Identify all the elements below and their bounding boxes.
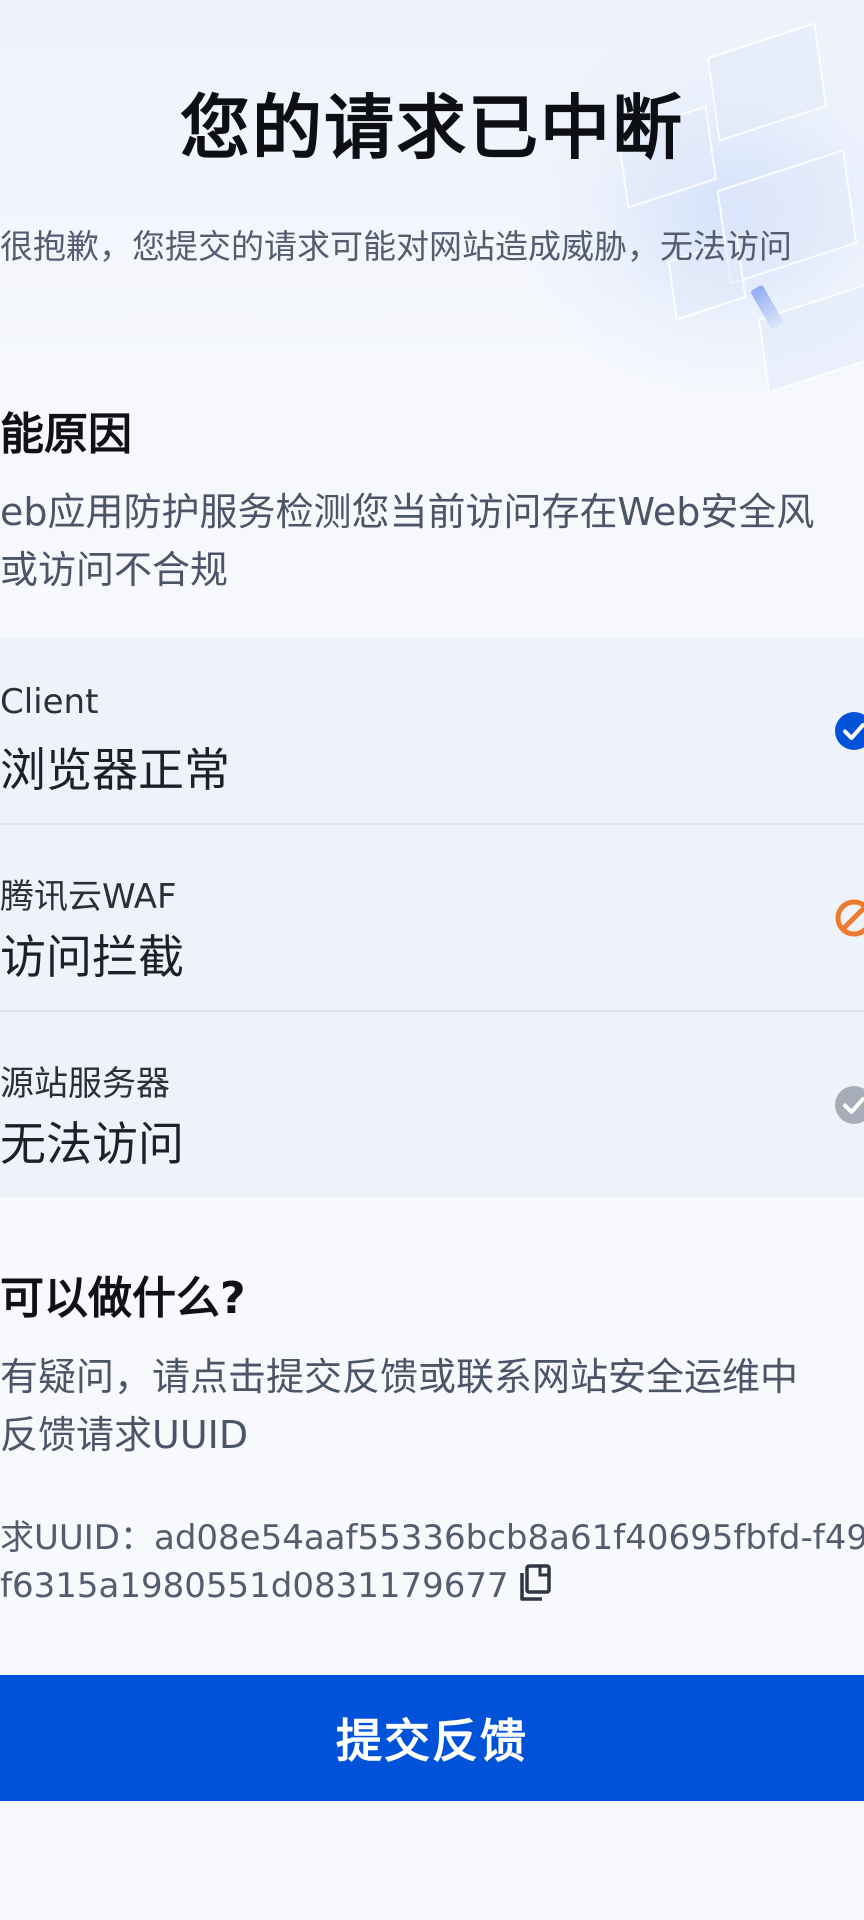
background-decoration — [484, 0, 864, 420]
status-item-waf: 腾讯云WAF 访问拦截 — [0, 825, 864, 1012]
reasons-text-line-2: 或访问不合规 — [0, 548, 229, 592]
submit-feedback-button[interactable]: 提交反馈 — [0, 1675, 864, 1801]
uuid-text-line-2: f6315a1980551d0831179677 — [0, 1563, 553, 1612]
page-subtitle: 很抱歉，您提交的请求可能对网站造成威胁，无法访问 — [0, 227, 792, 266]
check-circle-icon — [834, 1085, 864, 1125]
status-item-client: Client 浏览器正常 — [0, 638, 864, 825]
uuid-text: f6315a1980551d0831179677 — [0, 1566, 509, 1606]
status-item-origin-server: 源站服务器 无法访问 — [0, 1012, 864, 1197]
page: 您的请求已中断 很抱歉，您提交的请求可能对网站造成威胁，无法访问 能原因 eb应… — [0, 0, 864, 1920]
actions-text-line-1: 有疑问，请点击提交反馈或联系网站安全运维中 — [0, 1355, 799, 1399]
page-title: 您的请求已中断 — [180, 87, 684, 169]
reasons-heading: 能原因 — [0, 409, 132, 460]
actions-text-line-2: 反馈请求UUID — [0, 1413, 249, 1457]
status-label: Client — [0, 682, 99, 722]
status-list: Client 浏览器正常 腾讯云WAF 访问拦截 源站服务器 无法访问 — [0, 638, 864, 1197]
status-value: 无法访问 — [0, 1117, 184, 1171]
status-value: 访问拦截 — [0, 930, 184, 984]
status-value: 浏览器正常 — [0, 743, 230, 797]
blocked-icon — [834, 898, 864, 938]
status-label: 腾讯云WAF — [0, 877, 177, 917]
reasons-text-line-1: eb应用防护服务检测您当前访问存在Web安全风 — [0, 490, 815, 534]
uuid-text-line-1: 求UUID：ad08e54aaf55336bcb8a61f40695fbfd-f… — [0, 1518, 864, 1558]
copy-icon[interactable] — [517, 1563, 553, 1612]
status-label: 源站服务器 — [0, 1064, 170, 1104]
check-circle-icon — [834, 711, 864, 751]
actions-heading: 可以做什么? — [0, 1273, 246, 1324]
